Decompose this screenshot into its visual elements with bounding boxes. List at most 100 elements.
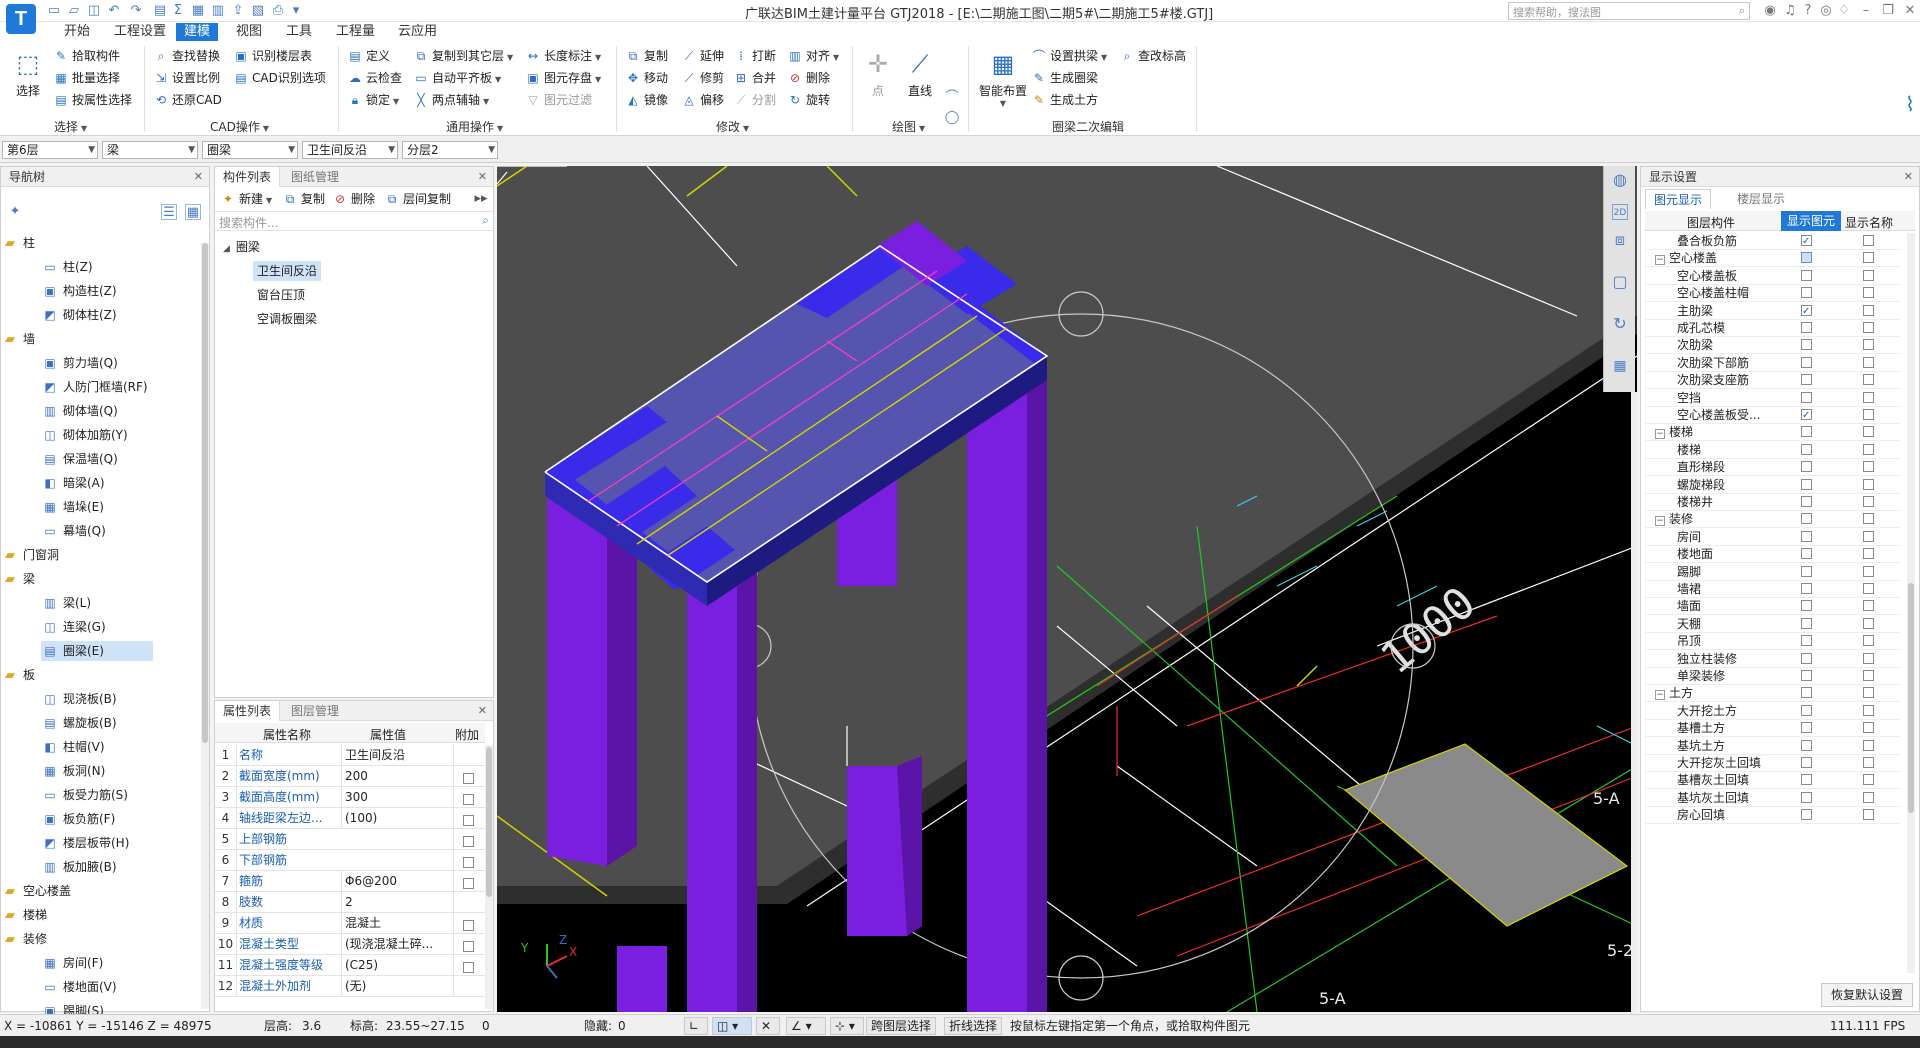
scroll-thumb[interactable] (202, 243, 208, 743)
merge-button[interactable]: ⊞ 合并 (732, 68, 776, 88)
tab-drawing-management[interactable]: 图纸管理 (283, 167, 347, 187)
minimize-icon[interactable]: – (1858, 3, 1874, 19)
3d-viewport[interactable]: 1000 5-A 5-A 5-2 Y Z X ◍ 2D ⧈ ▢ ↻ ▦ (497, 166, 1637, 1012)
property-row[interactable]: 8 肢数 2 (215, 892, 485, 913)
lock-button[interactable]: 🔒︎ 锁定 ▼ (346, 90, 399, 110)
pick-component-button[interactable]: ✎ 拾取构件 (52, 46, 120, 66)
show-name-checkbox[interactable] (1863, 600, 1874, 612)
show-name-checkbox[interactable] (1863, 513, 1874, 525)
property-value[interactable]: (无) (341, 976, 451, 996)
tree-view-icon[interactable]: ▦ (185, 204, 201, 220)
property-value[interactable]: Φ6@200 (341, 871, 451, 891)
tab-floor-display[interactable]: 楼层显示 (1729, 189, 1793, 209)
show-name-checkbox[interactable] (1863, 652, 1874, 664)
search-icon[interactable]: ⌕ (1739, 4, 1745, 18)
show-element-checkbox[interactable] (1801, 496, 1812, 507)
show-name-checkbox[interactable] (1863, 391, 1874, 403)
table-icon[interactable]: ▧ (250, 3, 266, 19)
close-icon[interactable]: ✕ (1902, 3, 1918, 19)
display-setting-row[interactable]: 基坑灰土回填 (1645, 790, 1900, 807)
display-setting-row[interactable]: 房心回填 (1645, 807, 1900, 825)
property-value[interactable]: (100) (341, 808, 451, 828)
display-setting-row[interactable]: 房间 (1645, 529, 1900, 546)
move-button[interactable]: ✥ 移动 (624, 68, 668, 88)
notification-bell-icon[interactable]: ♫ (1782, 3, 1798, 19)
nav-item[interactable]: ▥ 板加腋(B) (41, 857, 116, 877)
show-element-checkbox[interactable] (1801, 739, 1812, 751)
layer-select[interactable]: 分层2 ▼ (402, 141, 498, 159)
chart-icon[interactable]: ▥ (210, 3, 226, 19)
show-name-checkbox[interactable] (1863, 809, 1874, 821)
display-setting-row[interactable]: 次肋梁支座筋 (1645, 372, 1900, 390)
nav-item[interactable]: ▤ 螺旋板(B) (41, 713, 116, 733)
property-row[interactable]: 9 材质 混凝土 (215, 913, 485, 934)
show-element-checkbox[interactable] (1801, 670, 1812, 681)
nav-item[interactable]: ▤ 保温墙(Q) (41, 449, 117, 469)
mirror-button[interactable]: ◭ 镜像 (624, 90, 668, 110)
open-folder-icon[interactable]: ▱ (66, 3, 82, 19)
show-element-checkbox[interactable] (1801, 774, 1812, 786)
show-name-checkbox[interactable] (1863, 670, 1874, 681)
extend-button[interactable]: ⟋ 延伸 (680, 46, 724, 66)
ortho-toggle-icon[interactable]: ∟ (684, 1017, 708, 1035)
property-value[interactable]: 卫生间反沿 (341, 745, 451, 765)
menu-tab-start[interactable]: 开始 (56, 23, 98, 41)
globe-view-icon[interactable]: ◍ (1612, 172, 1628, 188)
close-icon[interactable]: ✕ (194, 167, 203, 187)
attach-checkbox[interactable] (463, 836, 474, 847)
draw-point-button[interactable]: ✛ 点 (862, 48, 894, 99)
property-value[interactable]: 2 (341, 892, 451, 912)
display-setting-row[interactable]: 空心楼盖板受... (1645, 407, 1900, 424)
help-icon[interactable]: ? (1800, 3, 1816, 19)
tab-property-list[interactable]: 属性列表 (215, 701, 281, 721)
display-setting-row[interactable]: 单梁装修 (1645, 668, 1900, 685)
smart-layout-button[interactable]: ▦ 智能布置 ▼ (976, 48, 1030, 108)
close-icon[interactable]: ✕ (478, 701, 487, 721)
nav-item[interactable]: ▣ 构造柱(Z) (41, 281, 116, 301)
nav-category[interactable]: ▰ 板 (5, 665, 35, 685)
redo-icon[interactable]: ↷ (128, 3, 144, 19)
nav-category[interactable]: ▰ 门窗洞 (5, 545, 59, 565)
search-icon[interactable]: ⌕ (482, 213, 489, 228)
show-name-checkbox[interactable] (1863, 774, 1874, 786)
component-list-item[interactable]: 卫生间反沿 (253, 261, 322, 281)
service-icon[interactable]: ◎ (1818, 3, 1834, 19)
display-setting-row[interactable]: 螺旋梯段 (1645, 477, 1900, 494)
rotate-button[interactable]: ↻ 旋转 (786, 90, 830, 110)
tab-element-display[interactable]: 图元显示 (1645, 189, 1712, 209)
attach-checkbox[interactable] (463, 857, 474, 868)
nav-category[interactable]: ▰ 空心楼盖 (5, 881, 71, 901)
nav-category[interactable]: ▰ 梁 (5, 569, 35, 589)
attach-checkbox[interactable] (463, 794, 474, 805)
display-setting-row[interactable]: 基坑土方 (1645, 738, 1900, 755)
property-row[interactable]: 1 名称 卫生间反沿 (215, 745, 485, 766)
split-button[interactable]: ⟋ 分割 (732, 90, 776, 110)
nav-item[interactable]: ◫ 现浇板(B) (41, 689, 116, 709)
show-name-checkbox[interactable] (1863, 617, 1874, 629)
show-element-checkbox[interactable] (1801, 548, 1812, 560)
cad-options-button[interactable]: ▤ CAD识别选项 (232, 68, 326, 88)
attach-checkbox[interactable] (463, 815, 474, 826)
display-setting-row[interactable]: 墙裙 (1645, 581, 1900, 598)
nav-item[interactable]: ◩ 人防门框墙(RF) (41, 377, 147, 397)
tab-layer-management[interactable]: 图层管理 (283, 701, 347, 721)
property-value[interactable]: (现浇混凝土碎... (341, 934, 451, 954)
show-element-checkbox[interactable] (1801, 407, 1812, 424)
nav-item[interactable]: ▦ 房间(F) (41, 953, 103, 973)
show-element-checkbox[interactable] (1801, 722, 1812, 734)
property-row[interactable]: 3 截面高度(mm) 300 (215, 787, 485, 808)
copy-component-button[interactable]: ⧉ 复制 (281, 189, 325, 209)
menu-tab-view[interactable]: 视图 (228, 23, 270, 41)
show-element-checkbox[interactable] (1801, 513, 1812, 525)
nav-category[interactable]: ▰ 柱 (5, 233, 35, 253)
app-logo[interactable]: T (6, 4, 36, 34)
property-row[interactable]: 2 截面宽度(mm) 200 (215, 766, 485, 787)
show-name-checkbox[interactable] (1863, 722, 1874, 734)
viewport-scrollbar[interactable] (1631, 392, 1637, 1012)
export-icon[interactable]: ⇪ (230, 3, 246, 19)
attach-checkbox[interactable] (463, 920, 474, 931)
collapse-arrow-icon[interactable]: ◢ (223, 244, 230, 254)
show-name-checkbox[interactable] (1863, 757, 1874, 768)
component-list-item[interactable]: 空调板圈梁 (253, 309, 321, 329)
show-element-checkbox[interactable] (1801, 252, 1812, 264)
